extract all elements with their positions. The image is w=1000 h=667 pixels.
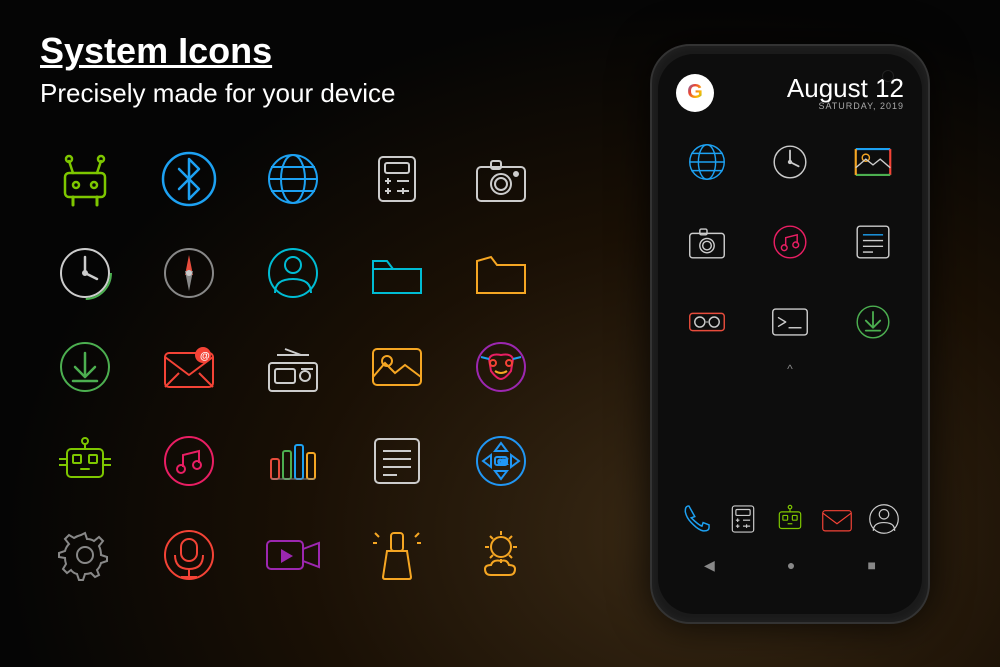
svg-text:OK: OK (498, 460, 508, 466)
icon-grid: @ (40, 139, 560, 605)
phone-notes-icon[interactable] (837, 212, 908, 272)
contact-icon (261, 241, 325, 305)
radio-icon (261, 335, 325, 399)
list-item: @ (144, 327, 234, 407)
list-item (144, 233, 234, 313)
dock-robot-icon[interactable] (771, 500, 809, 543)
dock-icons-row (668, 492, 912, 551)
main-title: System Icons (40, 30, 560, 72)
phone-gallery-icon[interactable] (837, 132, 908, 192)
phone-download-svg (850, 299, 896, 345)
mask-icon (469, 335, 533, 399)
globe-icon (261, 147, 325, 211)
phone-cassette-svg (684, 299, 730, 345)
list-item (40, 233, 130, 313)
remote-icon: OK (469, 429, 533, 493)
gallery-icon (365, 335, 429, 399)
video-icon (261, 523, 325, 587)
assistant-icon (53, 429, 117, 493)
google-logo: G (687, 81, 703, 104)
list-item (144, 515, 234, 595)
list-item: OK (456, 421, 546, 501)
phone-device: G August 12 SATURDAY, 2019 (650, 44, 930, 624)
back-button[interactable]: ◀ (704, 557, 715, 574)
list-item (352, 233, 442, 313)
svg-text:@: @ (200, 351, 210, 362)
phone-clock-icon[interactable] (755, 132, 826, 192)
phone-icon-grid-row2 (658, 202, 922, 282)
list-item (144, 421, 234, 501)
notes-icon (365, 429, 429, 493)
list-item (352, 421, 442, 501)
phone-dock: ◀ ● ■ (658, 492, 922, 574)
phone-icon-grid-row3 (658, 282, 922, 362)
phone-gallery-svg (850, 139, 896, 185)
clock-icon (53, 241, 117, 305)
android-icon (53, 147, 117, 211)
phone-camera-icon[interactable] (672, 212, 743, 272)
phone-globe-icon[interactable] (672, 132, 743, 192)
email-icon: @ (157, 335, 221, 399)
equalizer-icon (261, 429, 325, 493)
phone-music-icon[interactable] (755, 212, 826, 272)
phone-music-svg (767, 219, 813, 265)
dock-calculator-icon[interactable] (724, 500, 762, 543)
phone-screen: G August 12 SATURDAY, 2019 (658, 54, 922, 614)
calculator-icon (365, 147, 429, 211)
phone-terminal-svg (767, 299, 813, 345)
phone-download-icon[interactable] (837, 292, 908, 352)
download-icon (53, 335, 117, 399)
phone-nav-bar: ◀ ● ■ (668, 551, 912, 574)
phone-clock-svg (767, 139, 813, 185)
swipe-indicator: ^ (658, 362, 922, 376)
folder-icon (469, 241, 533, 305)
camera-cutout (882, 70, 894, 82)
settings-icon (53, 523, 117, 587)
list-item (40, 515, 130, 595)
home-button[interactable]: ● (787, 557, 795, 573)
camera-icon (469, 147, 533, 211)
chevron-up-icon: ^ (787, 362, 793, 376)
phone-topbar: G August 12 SATURDAY, 2019 (658, 54, 922, 122)
subtitle: Precisely made for your device (40, 78, 560, 109)
list-item (352, 515, 442, 595)
list-item (248, 139, 338, 219)
left-panel: System Icons Precisely made for your dev… (0, 0, 580, 667)
folder-open-icon (365, 241, 429, 305)
compass-icon (157, 241, 221, 305)
list-item (456, 139, 546, 219)
list-item (248, 515, 338, 595)
list-item (456, 515, 546, 595)
phone-mockup-container: G August 12 SATURDAY, 2019 (580, 0, 1000, 667)
list-item (248, 233, 338, 313)
list-item (40, 327, 130, 407)
list-item (456, 327, 546, 407)
phone-notes-svg (850, 219, 896, 265)
phone-cassette-icon[interactable] (672, 292, 743, 352)
flashlight-icon (365, 523, 429, 587)
phone-camera-svg (684, 219, 730, 265)
weather-icon (469, 523, 533, 587)
list-item (248, 327, 338, 407)
phone-terminal-icon[interactable] (755, 292, 826, 352)
list-item (352, 327, 442, 407)
dock-profile-icon[interactable] (865, 500, 903, 543)
list-item (40, 421, 130, 501)
phone-globe-svg (684, 139, 730, 185)
list-item (144, 139, 234, 219)
recents-button[interactable]: ■ (867, 557, 875, 573)
list-item (456, 233, 546, 313)
microphone-icon (157, 523, 221, 587)
dock-phone-icon[interactable] (677, 500, 715, 543)
bluetooth-icon (157, 147, 221, 211)
google-button[interactable]: G (676, 74, 714, 112)
list-item (40, 139, 130, 219)
music-icon (157, 429, 221, 493)
list-item (352, 139, 442, 219)
title-section: System Icons Precisely made for your dev… (40, 30, 560, 109)
phone-icon-grid-row1 (658, 122, 922, 202)
list-item (248, 421, 338, 501)
dock-email-icon[interactable] (818, 500, 856, 543)
